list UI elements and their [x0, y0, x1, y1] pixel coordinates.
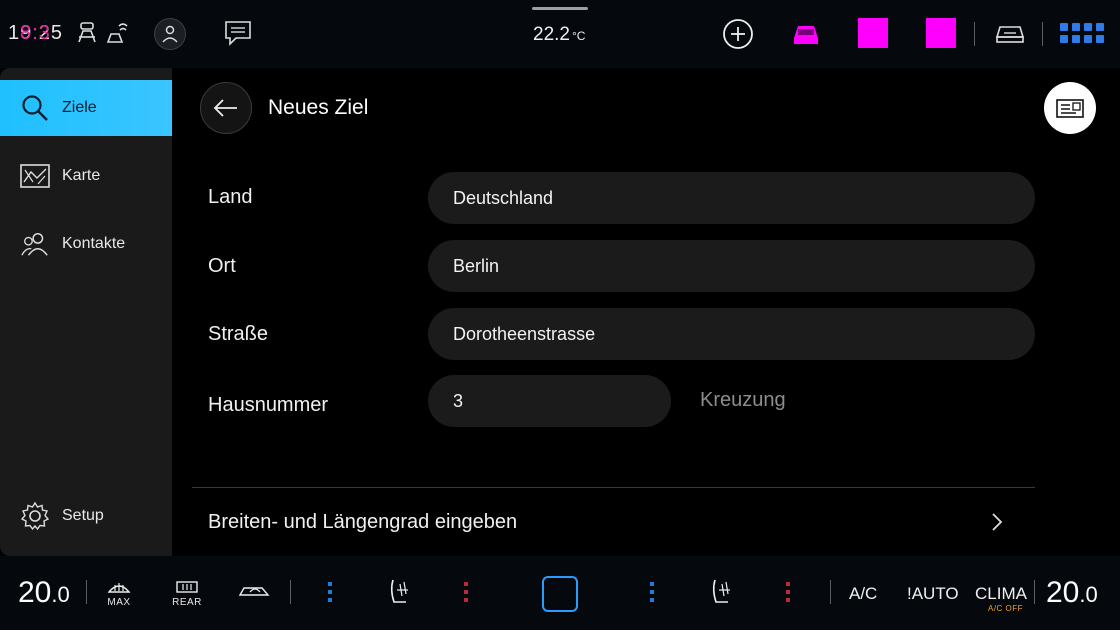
- clock-overlay: 8:3: [20, 22, 51, 45]
- right-temperature[interactable]: 20.0: [1046, 576, 1098, 610]
- connected-car-icon[interactable]: [105, 20, 129, 46]
- auto-button[interactable]: !AUTO: [907, 584, 959, 604]
- climate-divider: [86, 580, 87, 604]
- search-icon: [20, 93, 50, 123]
- temperature-value: 22.2: [533, 24, 570, 45]
- sidebar-item-karte[interactable]: Karte: [0, 148, 172, 204]
- drawer-handle[interactable]: [532, 7, 588, 10]
- temperature-unit: °C: [571, 29, 586, 43]
- outside-temperature: 22.2 °C: [533, 24, 585, 46]
- user-icon: [162, 25, 178, 43]
- climate-bar: 20.0 MAX REAR A/C !AUTO CLIMA A/C OFF 20…: [0, 556, 1120, 630]
- right-heating-level[interactable]: [786, 582, 790, 602]
- destination-form: Neues Ziel Land Deutschland Ort Berlin S…: [172, 68, 1120, 556]
- air-recirculation-icon[interactable]: [238, 582, 272, 600]
- crossing-option[interactable]: Kreuzung: [700, 389, 786, 412]
- hausnummer-field[interactable]: 3: [428, 375, 671, 427]
- climate-divider: [290, 580, 291, 604]
- page-title: Neues Ziel: [268, 96, 369, 119]
- placeholder-icon-1[interactable]: [858, 18, 888, 48]
- rear-defrost-icon: [176, 581, 198, 593]
- contacts-icon: [20, 229, 50, 259]
- coordinates-label: Breiten- und Längengrad eingeben: [208, 510, 518, 533]
- left-temp-decimal: .0: [51, 582, 70, 607]
- ac-button[interactable]: A/C: [849, 584, 877, 604]
- land-label: Land: [208, 186, 253, 208]
- left-heating-level[interactable]: [464, 582, 468, 602]
- main-panel: Ziele Karte Kontakte Setup Neues Ziel La…: [0, 68, 1120, 556]
- status-divider: [1042, 22, 1043, 46]
- add-icon[interactable]: [722, 18, 754, 50]
- driver-assist-icon[interactable]: [76, 20, 98, 46]
- coordinates-entry[interactable]: Breiten- und Längengrad eingeben: [192, 488, 1035, 556]
- chevron-right-icon: [991, 512, 1003, 538]
- rear-defrost-button[interactable]: REAR: [172, 580, 202, 608]
- sidebar-item-label: Setup: [62, 507, 104, 524]
- right-temp-value: 20: [1046, 576, 1080, 609]
- sidebar-item-label: Kontakte: [62, 235, 126, 252]
- max-label: MAX: [107, 597, 131, 608]
- land-field[interactable]: Deutschland: [428, 172, 1035, 224]
- vehicle-icon[interactable]: [994, 20, 1026, 46]
- app-grid-icon[interactable]: [1060, 23, 1104, 43]
- messages-icon[interactable]: [224, 20, 252, 46]
- ort-field[interactable]: Berlin: [428, 240, 1035, 292]
- climate-divider: [830, 580, 831, 604]
- business-card-icon: [1056, 99, 1084, 118]
- defrost-icon: [107, 583, 131, 593]
- left-temp-value: 20: [18, 576, 52, 609]
- sidebar-item-label: Ziele: [62, 99, 97, 116]
- rear-label: REAR: [172, 597, 202, 608]
- ac-off-status: A/C OFF: [988, 604, 1024, 613]
- sidebar-item-kontakte[interactable]: Kontakte: [0, 216, 172, 272]
- back-button[interactable]: [200, 82, 252, 134]
- hausnummer-label: Hausnummer: [208, 394, 329, 416]
- climate-divider: [1034, 580, 1035, 604]
- sidebar-item-setup[interactable]: Setup: [0, 488, 172, 544]
- right-cooling-level[interactable]: [650, 582, 654, 602]
- sidebar-item-label: Karte: [62, 167, 101, 184]
- placeholder-icon-2[interactable]: [926, 18, 956, 48]
- strasse-field[interactable]: Dorotheenstrasse: [428, 308, 1035, 360]
- seat-ventilation-left-icon[interactable]: [384, 576, 414, 606]
- clock-overlay-text: 8:3: [20, 22, 51, 44]
- ort-label: Ort: [208, 255, 236, 277]
- status-divider: [974, 22, 975, 46]
- clima-button[interactable]: CLIMA: [975, 584, 1027, 604]
- sidebar: Ziele Karte Kontakte Setup: [0, 68, 172, 556]
- seat-ventilation-right-icon[interactable]: [706, 576, 736, 606]
- back-arrow-icon: [213, 99, 237, 117]
- left-temperature[interactable]: 20.0: [18, 576, 70, 610]
- gear-icon: [20, 501, 50, 531]
- map-icon: [20, 161, 50, 191]
- right-temp-decimal: .0: [1079, 582, 1098, 607]
- assist-car-icon[interactable]: [790, 18, 822, 50]
- strasse-label: Straße: [208, 323, 269, 345]
- sidebar-item-ziele[interactable]: Ziele: [0, 80, 172, 136]
- max-defrost-button[interactable]: MAX: [104, 580, 134, 608]
- status-bar: 19:25 8:3 22.2 °C: [0, 0, 1120, 68]
- business-card-button[interactable]: [1044, 82, 1096, 134]
- fan-control-button[interactable]: [542, 576, 578, 612]
- profile-button[interactable]: [154, 18, 186, 50]
- left-cooling-level[interactable]: [328, 582, 332, 602]
